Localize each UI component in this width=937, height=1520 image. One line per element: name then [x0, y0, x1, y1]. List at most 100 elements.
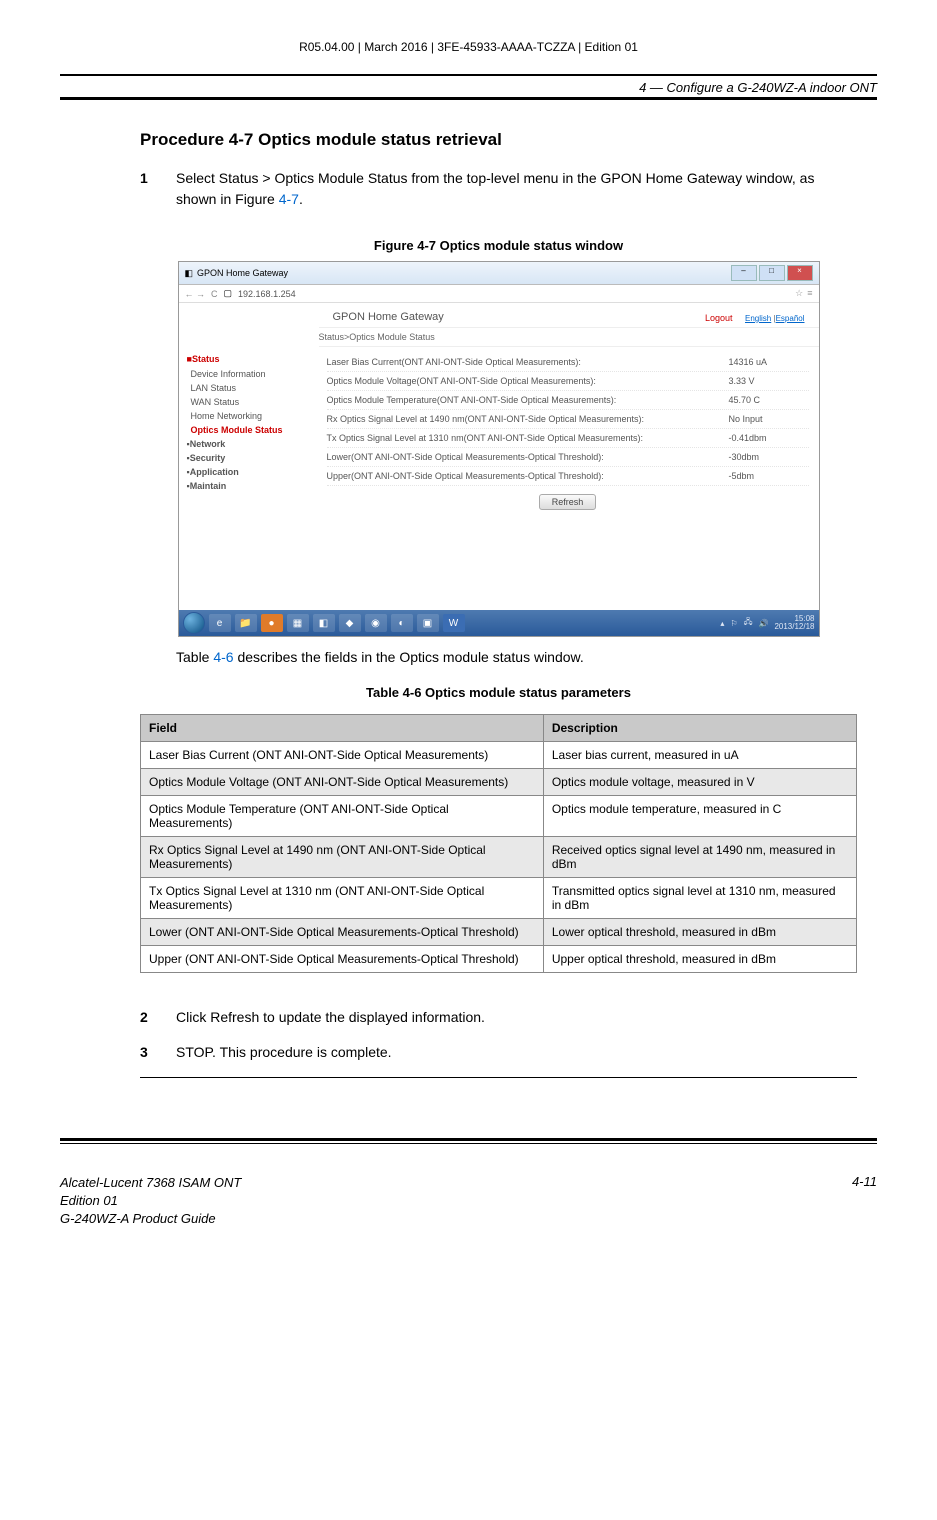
- col-header-field: Field: [141, 715, 544, 742]
- col-header-description: Description: [543, 715, 856, 742]
- taskbar-firefox-icon[interactable]: ●: [261, 614, 283, 632]
- url-text[interactable]: 192.168.1.254: [238, 289, 296, 299]
- table-caption: Table 4-6 Optics module status parameter…: [140, 685, 857, 700]
- tray-network-icon[interactable]: 🖧: [744, 616, 753, 630]
- cell-field: Optics Module Temperature (ONT ANI-ONT-S…: [141, 796, 544, 837]
- reload-icon[interactable]: C: [211, 289, 218, 299]
- status-row: Rx Optics Signal Level at 1490 nm(ONT AN…: [327, 410, 809, 429]
- status-label: Tx Optics Signal Level at 1310 nm(ONT AN…: [327, 433, 729, 443]
- step-body: Click Refresh to update the displayed in…: [176, 1007, 857, 1028]
- close-button[interactable]: ×: [787, 265, 813, 281]
- rule: [140, 1077, 857, 1078]
- cell-desc: Optics module voltage, measured in V: [543, 769, 856, 796]
- clock-date: 2013/12/18: [774, 623, 814, 631]
- status-value: -0.41dbm: [729, 433, 809, 443]
- cell-desc: Lower optical threshold, measured in dBm: [543, 919, 856, 946]
- favicon-icon: ◧: [185, 268, 194, 279]
- sidebar-item-device-info[interactable]: Device Information: [187, 367, 317, 381]
- url-bar: ← → C ▢ 192.168.1.254 ☆ ≡: [179, 285, 819, 303]
- sidebar-group-security[interactable]: ▪Security: [187, 451, 317, 465]
- cell-field: Laser Bias Current (ONT ANI-ONT-Side Opt…: [141, 742, 544, 769]
- sidebar-item-home-networking[interactable]: Home Networking: [187, 409, 317, 423]
- sidebar-item-optics-module-status[interactable]: Optics Module Status: [187, 423, 317, 437]
- titlebar: ◧ GPON Home Gateway – □ ×: [179, 262, 819, 285]
- star-icon[interactable]: ☆: [795, 288, 803, 299]
- document-header: R05.04.00 | March 2016 | 3FE-45933-AAAA-…: [60, 40, 877, 54]
- lang-espanol-link[interactable]: Español: [776, 314, 805, 323]
- status-value: No Input: [729, 414, 809, 424]
- status-value: -5dbm: [729, 471, 809, 481]
- logout-link[interactable]: Logout: [705, 313, 733, 323]
- status-label: Upper(ONT ANI-ONT-Side Optical Measureme…: [327, 471, 729, 481]
- sidebar-group-network[interactable]: ▪Network: [187, 437, 317, 451]
- taskbar-ie-icon[interactable]: e: [209, 614, 231, 632]
- status-row: Upper(ONT ANI-ONT-Side Optical Measureme…: [327, 467, 809, 486]
- procedure-title: Procedure 4-7 Optics module status retri…: [140, 130, 857, 150]
- status-label: Optics Module Temperature(ONT ANI-ONT-Si…: [327, 395, 729, 405]
- sidebar: ■Status Device Information LAN Status WA…: [179, 347, 317, 520]
- brand-label: GPON Home Gateway: [333, 311, 444, 323]
- tray-flag-icon[interactable]: ⚐: [730, 619, 737, 628]
- status-value: 14316 uA: [729, 357, 809, 367]
- cell-desc: Received optics signal level at 1490 nm,…: [543, 837, 856, 878]
- menu-icon[interactable]: ≡: [807, 288, 812, 299]
- taskbar-explorer-icon[interactable]: 📁: [235, 614, 257, 632]
- sidebar-group-status[interactable]: ■Status: [187, 351, 317, 367]
- page-header: GPON Home Gateway Logout English |Españo…: [179, 303, 819, 327]
- rule: [60, 1143, 877, 1144]
- status-label: Lower(ONT ANI-ONT-Side Optical Measureme…: [327, 452, 729, 462]
- cell-field: Optics Module Voltage (ONT ANI-ONT-Side …: [141, 769, 544, 796]
- taskbar-app-icon[interactable]: ◐: [391, 614, 413, 632]
- cell-field: Rx Optics Signal Level at 1490 nm (ONT A…: [141, 837, 544, 878]
- status-value: 3.33 V: [729, 376, 809, 386]
- taskbar-app-icon[interactable]: ▦: [287, 614, 309, 632]
- step-number: 3: [140, 1042, 176, 1063]
- parameters-table: Field Description Laser Bias Current (ON…: [140, 714, 857, 973]
- taskbar: e 📁 ● ▦ ◧ ◆ ◉ ◐ ▣ W ▴ ⚐ 🖧 🔊 15:08 2013/1…: [179, 610, 819, 636]
- tray-volume-icon[interactable]: 🔊: [758, 619, 768, 628]
- cell-desc: Laser bias current, measured in uA: [543, 742, 856, 769]
- lang-english-link[interactable]: English: [745, 314, 771, 323]
- sidebar-group-maintain[interactable]: ▪Maintain: [187, 479, 317, 493]
- step-2: 2 Click Refresh to update the displayed …: [140, 1007, 857, 1028]
- sidebar-item-wan-status[interactable]: WAN Status: [187, 395, 317, 409]
- table-link[interactable]: 4-6: [213, 649, 233, 665]
- status-value: 45.70 C: [729, 395, 809, 405]
- lock-placeholder-icon: ▢: [224, 288, 233, 299]
- cell-field: Upper (ONT ANI-ONT-Side Optical Measurem…: [141, 946, 544, 973]
- step-text: .: [299, 191, 303, 207]
- cell-field: Tx Optics Signal Level at 1310 nm (ONT A…: [141, 878, 544, 919]
- maximize-button[interactable]: □: [759, 265, 785, 281]
- step-number: 2: [140, 1007, 176, 1028]
- status-label: Optics Module Voltage(ONT ANI-ONT-Side O…: [327, 376, 729, 386]
- status-row: Optics Module Temperature(ONT ANI-ONT-Si…: [327, 391, 809, 410]
- text: describes the fields in the Optics modul…: [234, 649, 584, 665]
- sidebar-group-application[interactable]: ▪Application: [187, 465, 317, 479]
- table-row: Lower (ONT ANI-ONT-Side Optical Measurem…: [141, 919, 857, 946]
- step-number: 1: [140, 168, 176, 210]
- table-row: Upper (ONT ANI-ONT-Side Optical Measurem…: [141, 946, 857, 973]
- taskbar-word-icon[interactable]: W: [443, 614, 465, 632]
- sidebar-item-lan-status[interactable]: LAN Status: [187, 381, 317, 395]
- tray-icon[interactable]: ▴: [720, 619, 724, 628]
- refresh-button[interactable]: Refresh: [539, 494, 597, 510]
- status-pane: Laser Bias Current(ONT ANI-ONT-Side Opti…: [317, 347, 819, 520]
- taskbar-chrome-icon[interactable]: ◉: [365, 614, 387, 632]
- taskbar-app-icon[interactable]: ▣: [417, 614, 439, 632]
- step-body: Select Status > Optics Module Status fro…: [176, 168, 857, 210]
- page-footer: Alcatel-Lucent 7368 ISAM ONT Edition 01 …: [60, 1174, 877, 1229]
- taskbar-clock[interactable]: 15:08 2013/12/18: [774, 615, 814, 631]
- taskbar-app-icon[interactable]: ◧: [313, 614, 335, 632]
- status-row: Laser Bias Current(ONT ANI-ONT-Side Opti…: [327, 353, 809, 372]
- footer-guide: G-240WZ-A Product Guide: [60, 1210, 241, 1228]
- footer-edition: Edition 01: [60, 1192, 241, 1210]
- figure-link[interactable]: 4-7: [279, 191, 299, 207]
- minimize-button[interactable]: –: [731, 265, 757, 281]
- chapter-header: 4 — Configure a G-240WZ-A indoor ONT: [60, 80, 877, 95]
- start-orb-icon[interactable]: [183, 612, 205, 634]
- nav-back-forward-icon[interactable]: ← →: [185, 289, 206, 299]
- cell-desc: Upper optical threshold, measured in dBm: [543, 946, 856, 973]
- table-row: Tx Optics Signal Level at 1310 nm (ONT A…: [141, 878, 857, 919]
- taskbar-app-icon[interactable]: ◆: [339, 614, 361, 632]
- table-row: Optics Module Temperature (ONT ANI-ONT-S…: [141, 796, 857, 837]
